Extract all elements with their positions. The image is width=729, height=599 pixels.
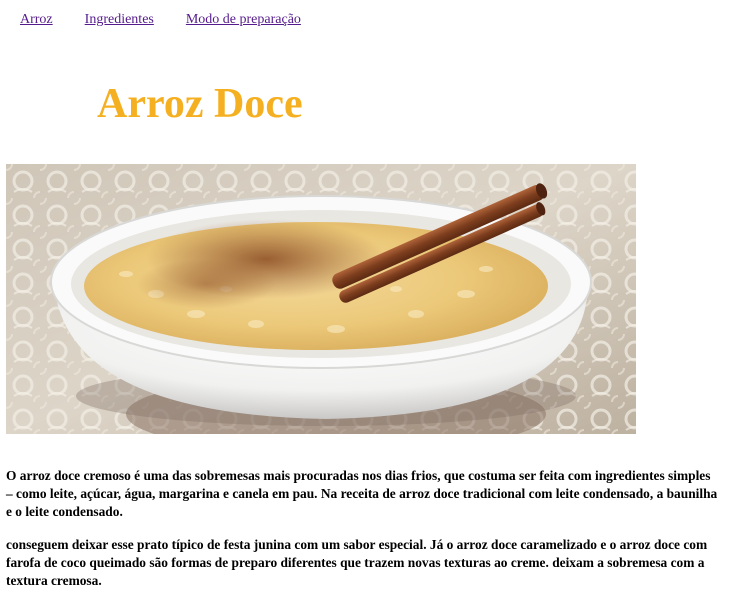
arroz-doce-image bbox=[6, 164, 636, 434]
nav-link-ingredientes[interactable]: Ingredientes bbox=[85, 12, 154, 28]
page-title: Arroz Doce bbox=[97, 81, 303, 127]
nav-link-modo-de-preparacao[interactable]: Modo de preparação bbox=[186, 12, 301, 28]
nav-link-arroz[interactable]: Arroz bbox=[20, 12, 53, 28]
page: Arroz Ingredientes Modo de preparação Ar… bbox=[0, 0, 729, 599]
intro-paragraph: O arroz doce cremoso é uma das sobremesa… bbox=[6, 468, 718, 519]
top-nav: Arroz Ingredientes Modo de preparação bbox=[20, 12, 333, 28]
second-paragraph: conseguem deixar esse prato típico de fe… bbox=[6, 537, 708, 588]
